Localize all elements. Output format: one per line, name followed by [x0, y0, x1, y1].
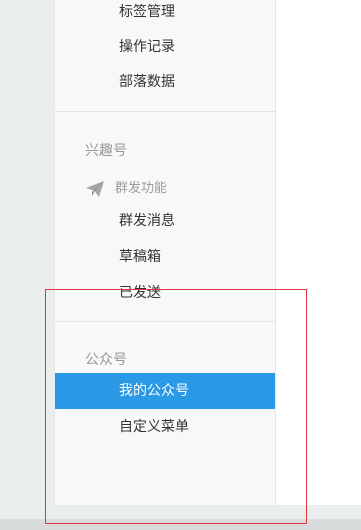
section-divider — [55, 111, 275, 112]
sidebar-item-tribe-data[interactable]: 部落数据 — [55, 64, 275, 100]
sidebar-item-my-public-account[interactable]: 我的公众号 — [55, 373, 275, 409]
bottom-scroll-bar[interactable] — [0, 519, 361, 530]
sidebar-item-mass-message[interactable]: 群发消息 — [55, 203, 275, 239]
sidebar-item-tag-management[interactable]: 标签管理 — [55, 0, 275, 30]
paper-plane-icon — [86, 181, 104, 197]
main-content-area — [276, 0, 361, 505]
subgroup-label: 群发功能 — [115, 181, 168, 196]
page-background — [0, 505, 361, 519]
sidebar-item-drafts[interactable]: 草稿箱 — [55, 239, 275, 275]
sidebar-item-custom-menu[interactable]: 自定义菜单 — [55, 409, 275, 445]
subgroup-mass-send: 群发功能 — [85, 179, 167, 199]
section-title-interest: 兴趣号 — [85, 143, 127, 159]
section-divider — [55, 321, 275, 322]
sidebar-item-operation-log[interactable]: 操作记录 — [55, 29, 275, 65]
sidebar-nav: 标签管理 操作记录 部落数据 兴趣号 群发功能 群发消息 草稿箱 已发送 公众号… — [54, 0, 276, 506]
left-gutter — [0, 0, 54, 519]
sidebar-item-sent[interactable]: 已发送 — [55, 275, 275, 311]
section-title-public: 公众号 — [85, 352, 127, 368]
